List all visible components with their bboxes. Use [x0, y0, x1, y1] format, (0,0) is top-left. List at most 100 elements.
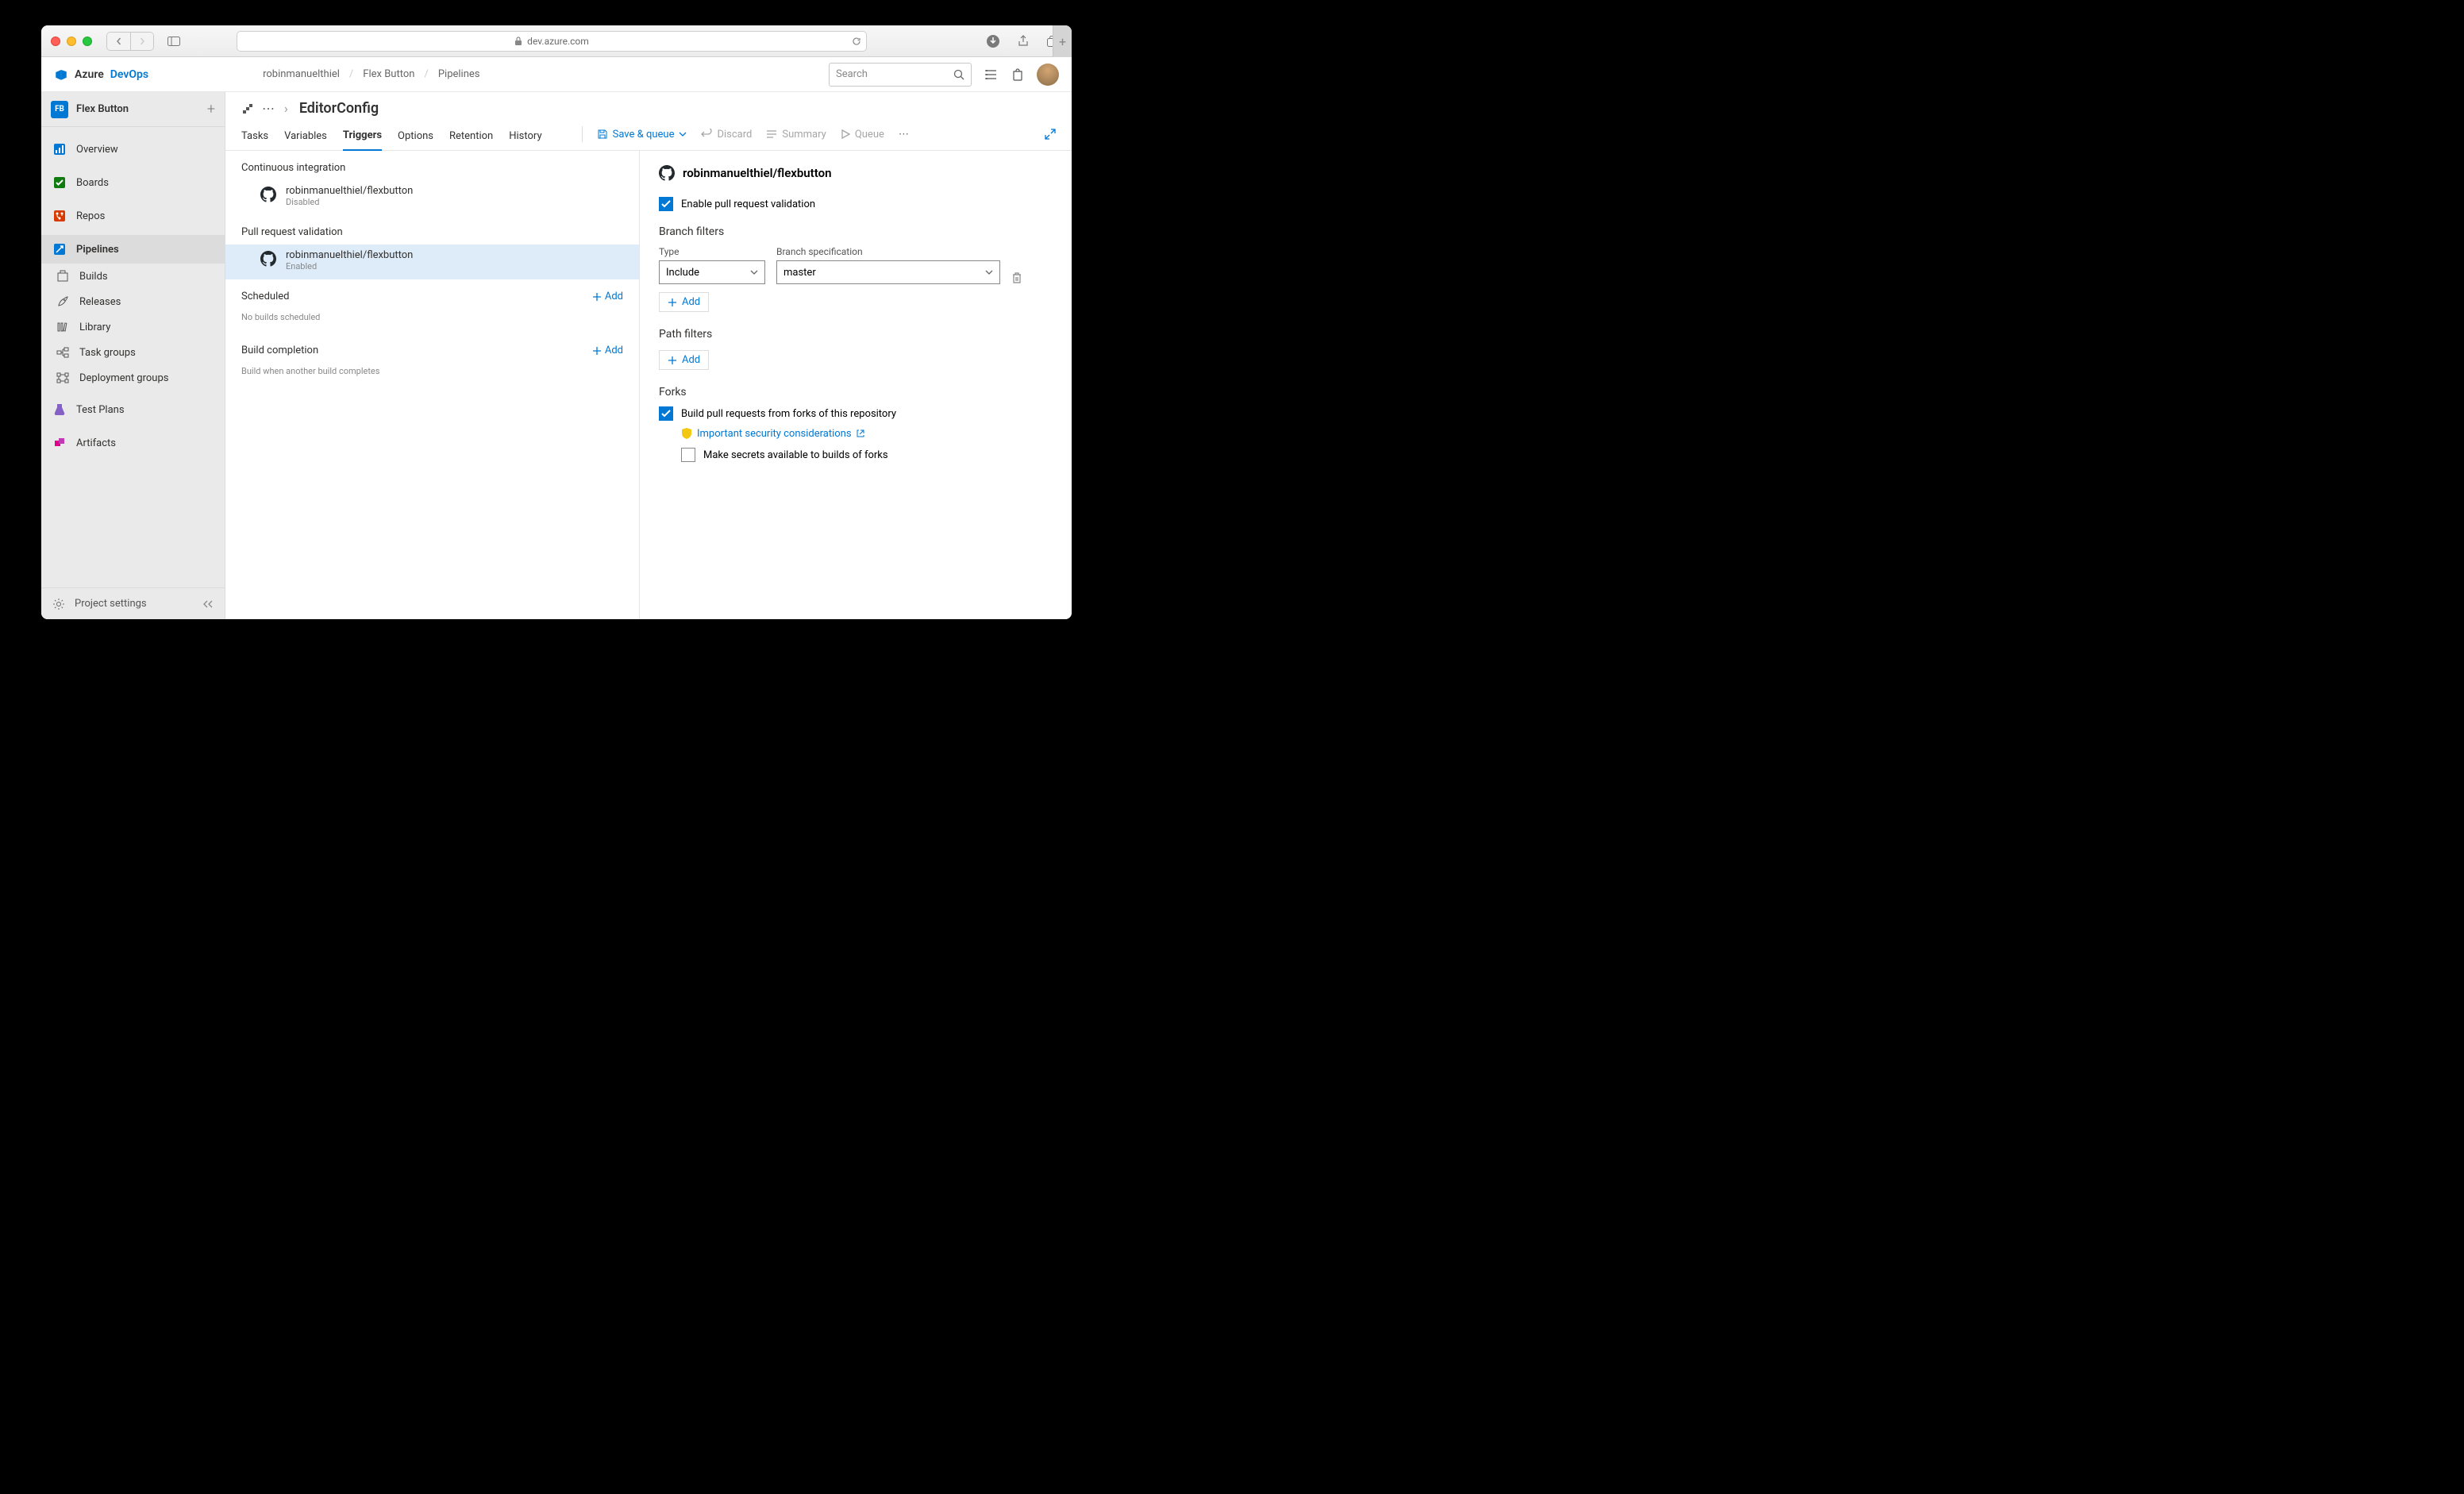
collapse-sidebar-icon[interactable] [202, 600, 214, 608]
security-considerations-link[interactable]: Important security considerations [681, 427, 1053, 440]
add-completion-button[interactable]: Add [592, 345, 623, 356]
save-queue-label: Save & queue [613, 129, 675, 141]
pr-repo-row[interactable]: robinmanuelthiel/flexbutton Enabled [225, 245, 639, 279]
discard-button[interactable]: Discard [701, 129, 752, 141]
branch-select[interactable]: master [776, 260, 1000, 284]
delete-filter-button[interactable] [1011, 271, 1022, 284]
sidebar-item-pipelines[interactable]: Pipelines [41, 235, 225, 264]
forks-build-checkbox[interactable] [659, 406, 673, 421]
fullscreen-icon[interactable] [1045, 129, 1056, 146]
forward-button[interactable] [130, 33, 153, 50]
url-bar[interactable]: dev.azure.com [237, 31, 867, 52]
sidebar-item-builds[interactable]: Builds [41, 264, 225, 289]
add-scheduled-button[interactable]: Add [592, 291, 623, 302]
sidebar-item-releases[interactable]: Releases [41, 289, 225, 314]
search-placeholder: Search [836, 68, 868, 80]
more-actions-icon[interactable]: ⋯ [899, 129, 911, 141]
sidebar-item-task-groups[interactable]: Task groups [41, 340, 225, 365]
sidebar: FB Flex Button + Overview Boards [41, 92, 225, 619]
tab-variables[interactable]: Variables [284, 125, 327, 150]
project-badge: FB [51, 101, 68, 118]
queue-button[interactable]: Queue [841, 129, 884, 141]
maximize-window-button[interactable] [83, 37, 92, 46]
make-secrets-checkbox[interactable] [681, 448, 695, 462]
save-queue-button[interactable]: Save & queue [597, 129, 687, 141]
tab-history[interactable]: History [509, 125, 541, 150]
tab-triggers[interactable]: Triggers [343, 125, 382, 151]
sidebar-item-repos[interactable]: Repos [41, 202, 225, 230]
tab-tasks[interactable]: Tasks [241, 125, 268, 150]
repos-icon [52, 209, 67, 223]
breadcrumb-org[interactable]: robinmanuelthiel [263, 68, 340, 80]
share-icon[interactable] [1014, 33, 1032, 50]
project-settings-label: Project settings [75, 598, 147, 610]
sidebar-toggle-icon[interactable] [165, 33, 183, 50]
plus-icon [592, 292, 602, 302]
reload-icon[interactable] [852, 37, 861, 46]
forks-build-row[interactable]: Build pull requests from forks of this r… [659, 406, 1053, 421]
back-button[interactable] [107, 33, 130, 50]
add-branch-filter-button[interactable]: Add [659, 292, 709, 312]
ci-repo-status: Disabled [286, 197, 413, 207]
more-icon[interactable]: ⋯ [262, 101, 276, 116]
divider [582, 126, 583, 142]
boards-icon [52, 175, 67, 190]
brand[interactable]: Azure DevOps [54, 67, 148, 82]
releases-icon [56, 295, 70, 309]
enable-pr-validation-checkbox[interactable] [659, 197, 673, 211]
project-selector[interactable]: FB Flex Button + [41, 92, 225, 127]
gear-icon [52, 598, 65, 610]
breadcrumb-area[interactable]: Pipelines [438, 68, 480, 80]
tab-options[interactable]: Options [398, 125, 433, 150]
new-tab-button[interactable]: + [1053, 25, 1072, 57]
sidebar-item-label: Pipelines [76, 244, 119, 256]
summary-button[interactable]: Summary [766, 129, 826, 141]
azure-devops-icon [54, 67, 68, 82]
ci-header-label: Continuous integration [241, 162, 345, 174]
page-header: ⋯ › EditorConfig [225, 92, 1072, 117]
chevron-down-icon [679, 132, 687, 137]
sidebar-item-artifacts[interactable]: Artifacts [41, 429, 225, 457]
save-icon [597, 129, 608, 140]
undo-icon [701, 129, 712, 140]
titlebar: dev.azure.com + [41, 25, 1072, 57]
add-path-filter-button[interactable]: Add [659, 350, 709, 370]
minimize-window-button[interactable] [67, 37, 76, 46]
add-project-icon[interactable]: + [207, 101, 215, 117]
add-label: Add [605, 291, 623, 302]
content: Continuous integration robinmanuelthiel/… [225, 151, 1072, 619]
make-secrets-label: Make secrets available to builds of fork… [703, 449, 888, 461]
brand-devops-label: DevOps [110, 68, 148, 81]
shopping-bag-icon[interactable] [1010, 67, 1026, 83]
github-icon [260, 187, 276, 202]
body: FB Flex Button + Overview Boards [41, 92, 1072, 619]
sidebar-item-label: Deployment groups [79, 372, 168, 384]
breadcrumb-sep: / [349, 68, 353, 80]
make-secrets-row[interactable]: Make secrets available to builds of fork… [681, 448, 1053, 462]
downloads-icon[interactable] [984, 33, 1002, 50]
sidebar-item-boards[interactable]: Boards [41, 168, 225, 197]
ci-repo-row[interactable]: robinmanuelthiel/flexbutton Disabled [225, 180, 639, 215]
test-plans-icon [52, 402, 67, 417]
chevron-down-icon [985, 270, 993, 275]
scheduled-section-header: Scheduled Add [225, 279, 639, 309]
tabs-row: Tasks Variables Triggers Options Retenti… [225, 117, 1072, 151]
type-select[interactable]: Include [659, 260, 765, 284]
marketplace-icon[interactable] [983, 67, 999, 83]
sidebar-item-overview[interactable]: Overview [41, 135, 225, 164]
sidebar-item-deployment-groups[interactable]: Deployment groups [41, 365, 225, 391]
project-settings-button[interactable]: Project settings [41, 587, 225, 619]
security-link-label: Important security considerations [697, 428, 852, 440]
sidebar-item-test-plans[interactable]: Test Plans [41, 395, 225, 424]
breadcrumb-project[interactable]: Flex Button [363, 68, 414, 80]
breadcrumbs: robinmanuelthiel / Flex Button / Pipelin… [263, 68, 479, 80]
search-input[interactable]: Search [829, 63, 972, 87]
sidebar-item-library[interactable]: Library [41, 314, 225, 340]
tab-retention[interactable]: Retention [449, 125, 493, 150]
breadcrumb-sep: / [424, 68, 428, 80]
enable-pr-validation-row[interactable]: Enable pull request validation [659, 197, 1053, 211]
detail-repo-title: robinmanuelthiel/flexbutton [683, 166, 831, 180]
user-avatar[interactable] [1037, 64, 1059, 86]
completion-section-header: Build completion Add [225, 333, 639, 363]
close-window-button[interactable] [51, 37, 60, 46]
